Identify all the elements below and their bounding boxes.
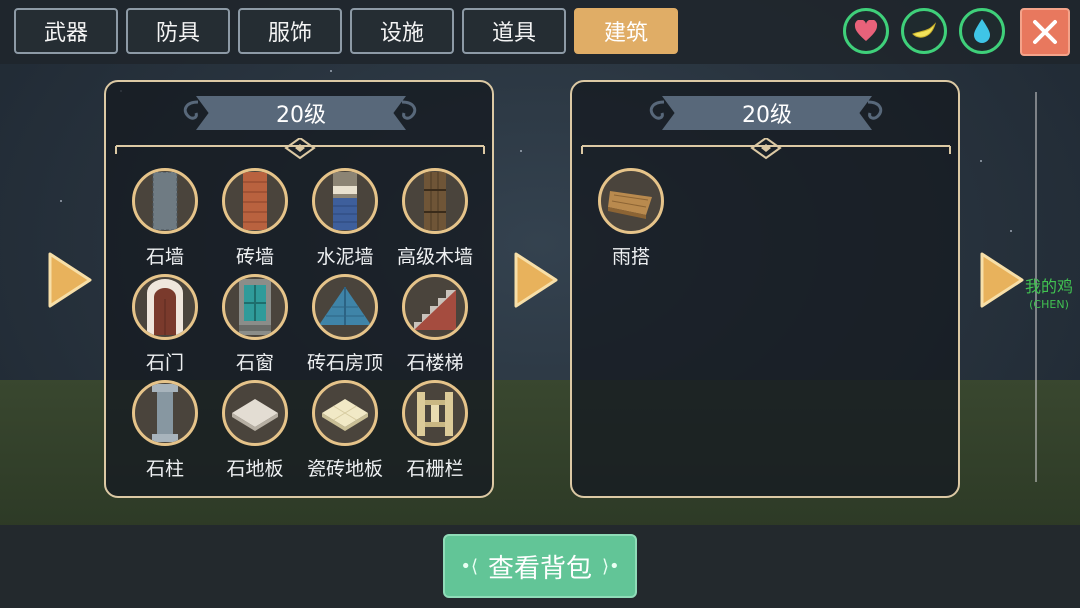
- hunger-status: [901, 8, 947, 54]
- water-drop-icon: [974, 19, 990, 43]
- item-label: 瓷砖地板: [306, 458, 383, 480]
- item-stone-door[interactable]: 石门: [121, 274, 209, 384]
- cement-wall-icon: [312, 168, 378, 234]
- item-stone-stairs[interactable]: 石楼梯: [391, 274, 479, 384]
- stone-door-icon: [132, 274, 198, 340]
- item-label: 雨搭: [611, 246, 650, 268]
- item-label: 水泥墙: [316, 246, 374, 268]
- stone-wall-icon: [132, 168, 198, 234]
- building-panel-right: 20级 雨搭: [570, 80, 960, 498]
- item-brick-wall[interactable]: 砖墙: [211, 168, 299, 278]
- item-stone-window[interactable]: 石窗: [211, 274, 299, 384]
- banana-icon: [912, 22, 937, 38]
- stone-floor-icon: [222, 380, 288, 446]
- item-label: 石窗: [235, 352, 274, 374]
- stone-fence-icon: [402, 380, 468, 446]
- banner-curl-right-icon: [401, 100, 417, 120]
- brick-roof-icon: [312, 274, 378, 340]
- item-label: 石楼梯: [406, 352, 464, 374]
- tile-floor-icon: [312, 380, 378, 446]
- level-banner: 20级: [662, 96, 872, 130]
- brick-wall-icon: [222, 168, 288, 234]
- item-tile-floor[interactable]: 瓷砖地板: [301, 380, 389, 490]
- next-page-arrow-icon[interactable]: [512, 250, 560, 310]
- tab-props[interactable]: 道具: [462, 8, 566, 54]
- item-stone-pillar[interactable]: 石柱: [121, 380, 209, 490]
- close-button[interactable]: [1020, 8, 1070, 56]
- stone-pillar-icon: [132, 380, 198, 446]
- building-panel-left: 20级 石墙 砖墙 水泥墙 高级木墙 石门 石窗 砖石房顶 石楼梯 石柱 石地板…: [104, 80, 494, 498]
- awning-icon: [598, 168, 664, 234]
- heart-icon: [854, 20, 878, 41]
- item-label: 砖墙: [235, 246, 274, 268]
- tab-armor[interactable]: 防具: [126, 8, 230, 54]
- item-cement-wall[interactable]: 水泥墙: [301, 168, 389, 278]
- wood-wall-icon: [402, 168, 468, 234]
- close-icon: [1033, 20, 1057, 44]
- tab-facilities[interactable]: 设施: [350, 8, 454, 54]
- tab-weapons[interactable]: 武器: [14, 8, 118, 54]
- item-label: 石柱: [145, 458, 184, 480]
- banner-curl-left-icon: [649, 100, 665, 120]
- item-stone-wall[interactable]: 石墙: [121, 168, 209, 278]
- item-awning[interactable]: 雨搭: [587, 168, 675, 278]
- view-bag-label: 查看背包: [487, 553, 592, 584]
- item-stone-fence[interactable]: 石栅栏: [391, 380, 479, 490]
- item-wood-wall[interactable]: 高级木墙: [391, 168, 479, 278]
- ornament-right-icon: ⟩•: [602, 555, 620, 577]
- tab-clothing[interactable]: 服饰: [238, 8, 342, 54]
- ornament-divider: [581, 138, 951, 160]
- item-brick-roof[interactable]: 砖石房顶: [301, 274, 389, 384]
- npc-name: 我的鸡: [1024, 277, 1073, 296]
- stone-stairs-icon: [402, 274, 468, 340]
- thirst-status: [959, 8, 1005, 54]
- level-banner: 20级: [196, 96, 406, 130]
- item-label: 石地板: [226, 458, 284, 480]
- npc-nameplate: 我的鸡 (CHEN): [1014, 278, 1080, 314]
- item-label: 石栅栏: [406, 458, 464, 480]
- item-stone-floor[interactable]: 石地板: [211, 380, 299, 490]
- item-label: 高级木墙: [396, 246, 473, 268]
- item-label: 砖石房顶: [306, 352, 383, 374]
- stone-window-icon: [222, 274, 288, 340]
- item-label: 石门: [145, 352, 184, 374]
- view-bag-button[interactable]: •⟨ 查看背包 ⟩•: [443, 534, 637, 598]
- banner-curl-left-icon: [183, 100, 199, 120]
- ornament-divider: [115, 138, 485, 160]
- ornament-left-icon: •⟨: [460, 555, 478, 577]
- prev-page-arrow-icon[interactable]: [46, 250, 94, 310]
- item-label: 石墙: [145, 246, 184, 268]
- banner-curl-right-icon: [867, 100, 883, 120]
- health-status: [843, 8, 889, 54]
- tab-buildings[interactable]: 建筑: [574, 8, 678, 54]
- npc-subname: (CHEN): [1029, 298, 1069, 311]
